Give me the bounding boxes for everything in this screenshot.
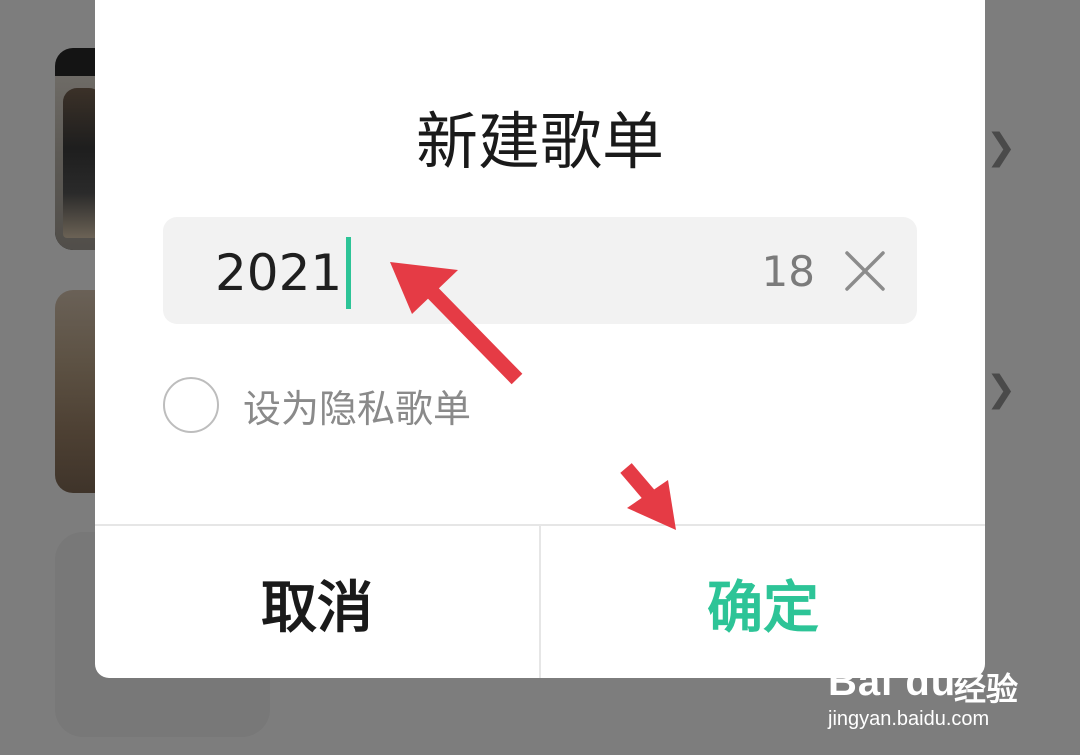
private-radio-button[interactable] <box>163 377 219 433</box>
close-icon[interactable] <box>843 249 887 293</box>
baidu-jingyan-watermark: Bai du 经验 jingyan.baidu.com <box>828 640 1028 736</box>
chevron-right-icon[interactable]: ❯ <box>986 372 1016 408</box>
watermark-logo-cn: 经验 <box>954 670 1019 708</box>
input-text: 2021 <box>215 244 343 302</box>
text-cursor <box>346 237 352 309</box>
private-playlist-option[interactable]: 设为隐私歌单 <box>163 374 471 436</box>
playlist-name-value[interactable]: 2021 <box>215 237 352 309</box>
remaining-char-count: 18 <box>761 247 815 296</box>
private-playlist-label: 设为隐私歌单 <box>243 386 472 431</box>
playlist-name-input[interactable]: 2021 18 <box>163 217 917 324</box>
chevron-right-icon[interactable]: ❯ <box>986 130 1016 166</box>
new-playlist-dialog: 新建歌单 2021 18 设为隐私歌单 取消 确定 <box>95 0 985 678</box>
cancel-button[interactable]: 取消 <box>95 526 541 678</box>
dialog-title: 新建歌单 <box>415 105 664 178</box>
watermark-logo: Bai du <box>828 660 957 704</box>
watermark-url: jingyan.baidu.com <box>828 708 990 730</box>
